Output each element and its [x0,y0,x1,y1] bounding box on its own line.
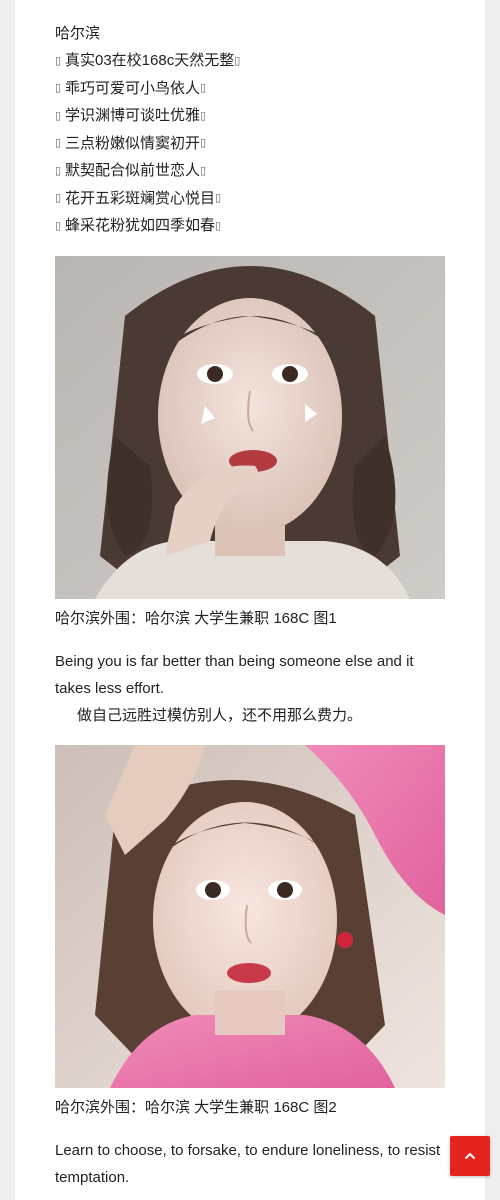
bullet-marker-icon: ▯ [55,109,62,122]
scroll-to-top-button[interactable] [450,1136,490,1176]
chevron-up-icon [465,1153,475,1159]
list-item: ▯ 三点粉嫩似情窦初开▯ [55,130,445,158]
trailing-marker-icon: ▯ [200,137,207,150]
bullet-marker-icon: ▯ [55,164,62,177]
article-photo-2 [55,744,445,1088]
portrait-illustration-2 [55,744,445,1088]
photo-caption-1: 哈尔滨外围：哈尔滨 大学生兼职 168C 图1 [55,609,337,627]
list-item: ▯ 蜂采花粉犹如四季如春▯ [55,212,445,240]
trailing-marker-icon: ▯ [200,109,207,122]
bullet-marker-icon: ▯ [55,192,62,205]
article-content: 哈尔滨 ▯ 真实03在校168c天然无整▯ ▯ 乖巧可爱可小鸟依人▯ ▯ 学识渊博可谈… [55,20,445,1191]
list-item: ▯ 花开五彩斑斓赏心悦目▯ [55,185,445,213]
bullet-marker-icon: ▯ [55,219,62,232]
quote-chinese-1: 做自己远胜过模仿别人，还不用那么费力。 [77,706,363,724]
trailing-marker-icon: ▯ [200,164,207,177]
list-item: ▯ 默契配合似前世恋人▯ [55,157,445,185]
list-item: ▯ 学识渊博可谈吐优雅▯ [55,102,445,130]
bullet-marker-icon: ▯ [55,54,62,67]
article-card: 哈尔滨 ▯ 真实03在校168c天然无整▯ ▯ 乖巧可爱可小鸟依人▯ ▯ 学识渊博可谈… [15,0,485,1200]
portrait-illustration-1 [55,255,445,599]
intro-title: 哈尔滨 [55,25,101,42]
quote-english-2: Learn to choose, to forsake, to endure l… [55,1141,441,1186]
bullet-list: ▯ 真实03在校168c天然无整▯ ▯ 乖巧可爱可小鸟依人▯ ▯ 学识渊博可谈吐优雅▯… [55,47,445,240]
bullet-marker-icon: ▯ [55,82,62,95]
article-photo-1 [55,255,445,599]
list-item: ▯ 真实03在校168c天然无整▯ [55,47,445,75]
photo-caption-2: 哈尔滨外围：哈尔滨 大学生兼职 168C 图2 [55,1098,337,1116]
bullet-marker-icon: ▯ [55,137,62,150]
trailing-marker-icon: ▯ [200,82,207,95]
quote-english-1: Being you is far better than being someo… [55,652,414,697]
list-item: ▯ 乖巧可爱可小鸟依人▯ [55,75,445,103]
trailing-marker-icon: ▯ [234,54,241,67]
trailing-marker-icon: ▯ [215,192,222,205]
trailing-marker-icon: ▯ [215,219,222,232]
quote-paragraph-2: Learn to choose, to forsake, to endure l… [55,1137,445,1191]
quote-paragraph-1: Being you is far better than being someo… [55,648,445,729]
